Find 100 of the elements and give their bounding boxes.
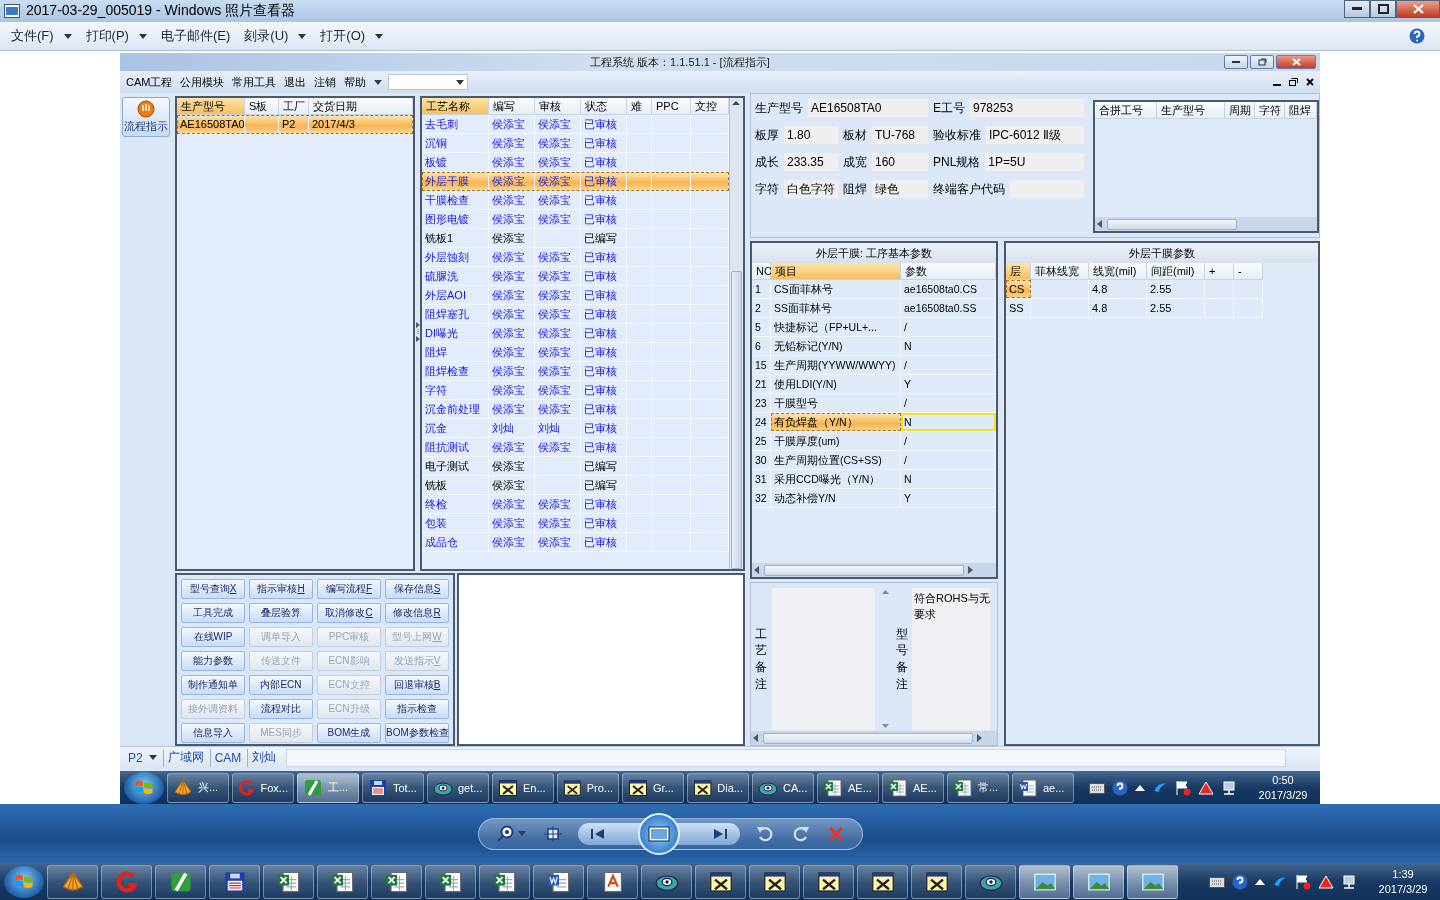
table-row[interactable]: CS 4.8 2.55 (1006, 280, 1263, 299)
table-row[interactable]: 电子测试 侯添宝 已编写 (422, 457, 729, 476)
text-field[interactable]: 233.35 (783, 152, 839, 172)
column-header[interactable]: 难 (627, 98, 652, 114)
taskbar-button[interactable] (749, 865, 800, 899)
table-row[interactable]: 30 生产周期位置(CS+SS) / (752, 451, 996, 470)
menu-item[interactable]: 退出 (280, 72, 311, 92)
taskbar-button[interactable] (857, 865, 908, 899)
column-header[interactable]: 参数 (901, 263, 996, 279)
menu-item[interactable]: 打印(P) (78, 24, 154, 48)
table-row[interactable]: 32 动态补偿Y/N Y (752, 489, 996, 508)
column-header[interactable]: 交货日期 (309, 98, 413, 114)
taskbar-button[interactable]: Fox... (232, 772, 294, 803)
start-button[interactable] (124, 771, 164, 804)
text-field[interactable]: 160 (871, 152, 929, 172)
table-row[interactable]: 外层干膜 侯添宝 侯添宝 已审核 (422, 172, 729, 191)
table-row[interactable]: 阻焊检查 侯添宝 侯添宝 已审核 (422, 362, 729, 381)
column-header[interactable]: 生产型号 (1157, 102, 1225, 118)
taskbar-button[interactable] (155, 865, 206, 899)
column-header[interactable]: - (1234, 263, 1263, 279)
column-header[interactable]: 工厂 (279, 98, 309, 114)
taskbar-button[interactable]: 常... (947, 772, 1009, 803)
actual-size-button[interactable] (541, 823, 564, 844)
taskbar-button[interactable]: AE... (882, 772, 944, 803)
menu-item[interactable]: 注销 (310, 72, 341, 92)
minimize-button[interactable] (1344, 0, 1370, 18)
column-header[interactable]: 菲林线宽 (1031, 263, 1089, 279)
taskbar-button[interactable]: Pro... (557, 772, 619, 803)
column-header[interactable]: 合拼工号 (1095, 102, 1157, 118)
table-row[interactable]: 铣板 侯添宝 已编写 (422, 476, 729, 495)
column-header[interactable]: + (1205, 263, 1234, 279)
taskbar-button[interactable] (803, 865, 854, 899)
text-field[interactable]: AE16508TA0 (807, 98, 929, 118)
table-row[interactable]: SS 4.8 2.55 (1006, 299, 1263, 318)
maximize-button[interactable] (1370, 0, 1396, 18)
column-header[interactable]: 项目 (771, 263, 901, 279)
table-row[interactable]: 干膜检查 侯添宝 侯添宝 已审核 (422, 191, 729, 210)
close-button[interactable] (1396, 0, 1440, 18)
table-row[interactable]: 24 有负焊盘（Y/N） N (752, 413, 996, 432)
text-field[interactable]: 978253 (969, 98, 1085, 118)
table-row[interactable]: 沉金前处理 侯添宝 侯添宝 已审核 (422, 400, 729, 419)
text-field[interactable]: 绿色 (871, 179, 929, 199)
menu-item[interactable]: CAM工程 (122, 72, 177, 92)
restore-button[interactable] (1289, 78, 1298, 86)
command-button[interactable]: 工具完成 (181, 603, 245, 623)
command-button[interactable]: 能力参数 (181, 651, 245, 671)
start-button[interactable] (4, 866, 44, 898)
column-header[interactable]: 阻焊 (1285, 102, 1317, 118)
table-row[interactable]: 图形电镀 侯添宝 侯添宝 已审核 (422, 210, 729, 229)
text-field[interactable]: 白色字符 (783, 179, 839, 199)
command-button[interactable]: 指示审核H (249, 579, 313, 599)
command-button[interactable]: 内部ECN (249, 675, 313, 695)
command-button[interactable]: 修改信息R (385, 603, 449, 623)
table-row[interactable]: AE16508TA0 P2 2017/4/3 (177, 115, 413, 134)
taskbar-button[interactable]: 兴... (167, 772, 229, 803)
table-row[interactable]: 阻焊塞孔 侯添宝 侯添宝 已审核 (422, 305, 729, 324)
column-header[interactable]: 间距(mil) (1147, 263, 1205, 279)
close-button[interactable] (1306, 78, 1314, 86)
menu-item[interactable]: 打开(O) (313, 24, 391, 48)
menu-item[interactable]: 电子邮件(E) (153, 24, 238, 48)
table-row[interactable]: 铣板1 侯添宝 已编写 (422, 229, 729, 248)
command-button[interactable]: BOM生成 (317, 723, 381, 743)
notes-field[interactable]: 符合ROHS与无 要求 (911, 587, 991, 731)
table-row[interactable]: DI曝光 侯添宝 侯添宝 已审核 (422, 324, 729, 343)
taskbar-button[interactable]: get... (427, 772, 489, 803)
column-header[interactable]: 编写 (489, 98, 535, 114)
command-button[interactable]: 保存信息S (385, 579, 449, 599)
text-field[interactable]: IPC-6012 Ⅱ级 (985, 125, 1085, 145)
table-row[interactable]: 6 无铅标记(Y/N) N (752, 337, 996, 356)
table-row[interactable]: 成品仓 侯添宝 侯添宝 已审核 (422, 533, 729, 552)
taskbar-button[interactable]: CA... (752, 772, 814, 803)
column-header[interactable]: 字符 (1255, 102, 1285, 118)
table-row[interactable]: 1 CS面菲林号 ae16508ta0.CS (752, 280, 996, 299)
table-row[interactable]: 沉铜 侯添宝 侯添宝 已审核 (422, 134, 729, 153)
command-button[interactable]: 制作通知单 (181, 675, 245, 695)
taskbar-button[interactable] (317, 865, 368, 899)
taskbar-button[interactable] (533, 865, 584, 899)
horizontal-scrollbar[interactable] (752, 563, 996, 577)
vertical-scrollbar[interactable] (729, 98, 743, 569)
taskbar-button[interactable] (263, 865, 314, 899)
menu-item[interactable]: 常用工具 (228, 72, 281, 92)
column-header[interactable]: 周期 (1225, 102, 1255, 118)
menu-item[interactable]: 公用模块 (176, 72, 229, 92)
command-button[interactable]: BOM参数检查 (385, 723, 449, 743)
horizontal-scrollbar[interactable] (751, 731, 997, 745)
taskbar-button[interactable]: AE... (817, 772, 879, 803)
horizontal-scrollbar[interactable] (1095, 217, 1317, 231)
status-tab[interactable]: 广域网 (162, 748, 208, 767)
menu-item[interactable]: 刻录(U) (237, 24, 314, 48)
table-row[interactable]: 21 使用LDI(Y/N) Y (752, 375, 996, 394)
command-button[interactable]: 型号查询X (181, 579, 245, 599)
taskbar-button[interactable]: Tot... (362, 772, 424, 803)
command-button[interactable]: 在线WIP (181, 627, 245, 647)
status-tab[interactable]: CAM (209, 748, 246, 767)
table-row[interactable]: 阻抗测试 侯添宝 侯添宝 已审核 (422, 438, 729, 457)
table-row[interactable]: 终检 侯添宝 侯添宝 已审核 (422, 495, 729, 514)
plant-dropdown[interactable]: P2 (124, 748, 161, 767)
minimize-button[interactable] (1224, 55, 1248, 69)
table-row[interactable]: 25 干膜厚度(um) / (752, 432, 996, 451)
table-row[interactable]: 31 采用CCD曝光（Y/N） N (752, 470, 996, 489)
